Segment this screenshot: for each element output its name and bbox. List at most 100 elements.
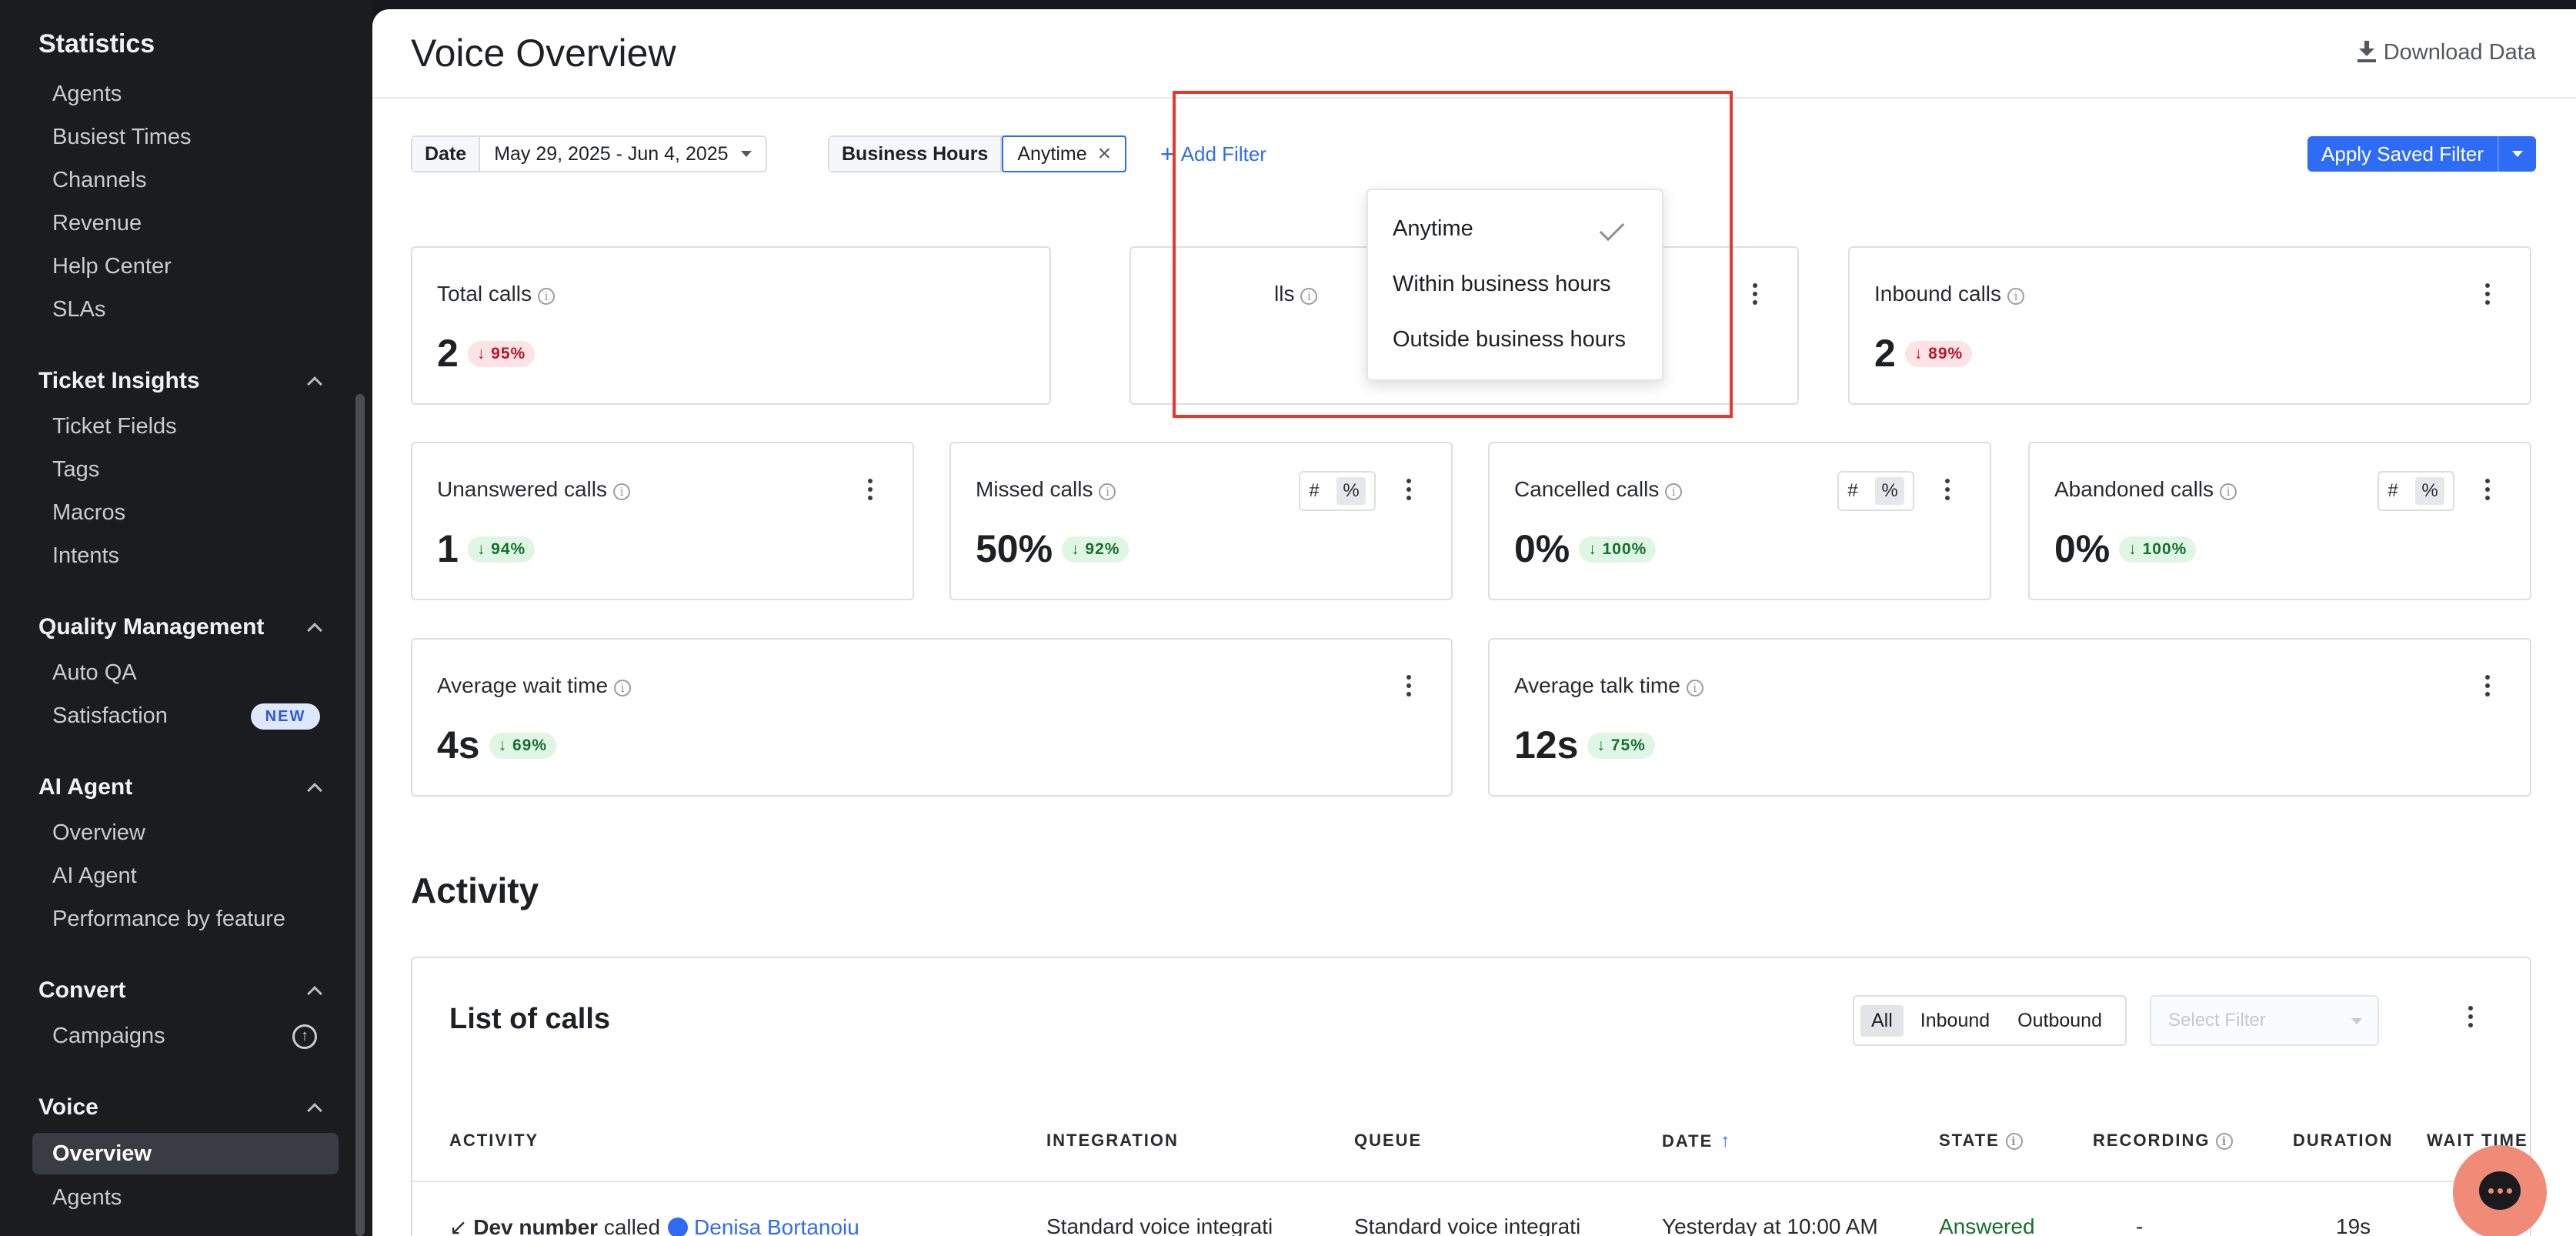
date-filter-label: Date (412, 137, 481, 171)
sidebar-item-performance-by-feature[interactable]: Performance by feature (52, 907, 285, 932)
trend-badge: ↓ 95% (467, 341, 536, 367)
more-options-icon[interactable] (2485, 283, 2490, 309)
business-hours-filter[interactable]: Business Hours Anytime × (828, 135, 1127, 172)
sidebar-scrollbar[interactable] (355, 394, 365, 1236)
caret-down-icon[interactable] (2499, 151, 2536, 157)
count-toggle[interactable]: # (1309, 480, 1319, 502)
info-icon[interactable]: i (1099, 483, 1116, 500)
table-row-activity[interactable]: ↙ Dev number called Denisa Bortanoiu (449, 1214, 859, 1236)
info-icon[interactable]: i (2005, 1133, 2023, 1150)
info-icon[interactable]: i (2007, 288, 2025, 305)
table-cell-queue: Standard voice integrati (1354, 1214, 1581, 1236)
info-icon[interactable]: i (2220, 483, 2237, 500)
trend-badge: ↓ 69% (489, 733, 556, 759)
more-options-icon[interactable] (868, 479, 873, 504)
segment-inbound[interactable]: Inbound (1910, 1005, 2000, 1037)
percent-toggle[interactable]: % (1875, 477, 1904, 505)
more-options-icon[interactable] (1406, 479, 1411, 504)
info-icon[interactable]: i (1665, 483, 1683, 500)
direction-segmented-control[interactable]: All Inbound Outbound (1853, 995, 2127, 1046)
sidebar-item-voice-overview[interactable]: Overview (32, 1133, 339, 1174)
count-percent-toggle[interactable]: #% (2377, 471, 2454, 511)
table-cell-recording: - (2136, 1214, 2144, 1236)
count-percent-toggle[interactable]: #% (1299, 471, 1376, 511)
info-icon[interactable]: i (537, 288, 555, 305)
sidebar-item-tags[interactable]: Tags (52, 457, 99, 483)
sidebar-item-slas[interactable]: SLAs (52, 297, 105, 322)
column-header-integration[interactable]: INTEGRATION (1046, 1131, 1179, 1151)
metric-title: Total calls i (437, 282, 555, 306)
info-icon[interactable]: i (1686, 680, 1703, 697)
caret-down-icon (2351, 1018, 2362, 1024)
sidebar-item-agents[interactable]: Agents (52, 82, 122, 107)
info-icon[interactable]: i (613, 483, 630, 500)
sidebar-item-campaigns[interactable]: Campaigns (52, 1024, 165, 1049)
column-header-queue[interactable]: QUEUE (1354, 1131, 1422, 1151)
date-filter-value[interactable]: May 29, 2025 - Jun 4, 2025 (480, 143, 765, 165)
sidebar-item-ai-agent[interactable]: AI Agent (52, 864, 137, 889)
info-icon[interactable]: i (2216, 1133, 2234, 1150)
date-filter[interactable]: Date May 29, 2025 - Jun 4, 2025 (411, 135, 767, 172)
metric-value: 2 ↓ 95% (437, 331, 536, 376)
count-toggle[interactable]: # (2387, 480, 2397, 502)
chevron-up-icon[interactable] (307, 783, 322, 798)
sidebar-item-satisfaction[interactable]: Satisfaction (52, 703, 168, 729)
info-icon[interactable]: i (614, 680, 632, 697)
column-header-activity[interactable]: ACTIVITY (449, 1131, 539, 1151)
download-data-button[interactable]: Download Data (2357, 40, 2536, 65)
column-header-duration[interactable]: DURATION (2293, 1131, 2393, 1151)
highlight-box (1173, 91, 1733, 418)
apply-saved-filter-label[interactable]: Apply Saved Filter (2307, 136, 2499, 172)
new-badge: NEW (251, 703, 320, 730)
more-options-icon[interactable] (1753, 283, 1757, 309)
metric-card-unanswered-calls: Unanswered calls i 1 ↓ 94% (411, 442, 914, 600)
column-header-date[interactable]: DATE ↑ (1662, 1131, 1731, 1152)
column-header-recording[interactable]: RECORDING i (2093, 1131, 2234, 1151)
metric-title: Average talk time i (1514, 673, 1703, 698)
close-icon[interactable]: × (1098, 141, 1112, 167)
chevron-up-icon[interactable] (307, 986, 322, 1001)
chevron-up-icon[interactable] (307, 623, 322, 638)
agent-link[interactable]: Denisa Bortanoiu (694, 1215, 859, 1236)
sidebar-item-voice-agents[interactable]: Agents (52, 1185, 122, 1211)
sidebar-item-ai-overview[interactable]: Overview (52, 820, 145, 846)
column-header-state[interactable]: STATE i (1939, 1131, 2023, 1151)
sidebar-item-intents[interactable]: Intents (52, 543, 119, 569)
sidebar-item-help-center[interactable]: Help Center (52, 254, 172, 279)
sidebar-item-channels[interactable]: Channels (52, 168, 147, 193)
select-filter-dropdown[interactable]: Select Filter (2150, 995, 2379, 1046)
sidebar-item-ticket-fields[interactable]: Ticket Fields (52, 414, 177, 439)
sidebar-section-voice[interactable]: Voice (38, 1094, 98, 1121)
sidebar-item-auto-qa[interactable]: Auto QA (52, 660, 137, 686)
sidebar-section-ticket-insights[interactable]: Ticket Insights (38, 368, 200, 394)
business-hours-value[interactable]: Anytime × (1002, 135, 1127, 172)
apply-saved-filter-button[interactable]: Apply Saved Filter (2307, 136, 2536, 172)
segment-all[interactable]: All (1860, 1004, 1904, 1037)
sidebar-item-macros[interactable]: Macros (52, 500, 125, 526)
chevron-up-icon[interactable] (307, 1103, 322, 1118)
inbound-arrow-icon: ↙ (449, 1215, 474, 1236)
more-options-icon[interactable] (2468, 1006, 2473, 1031)
sidebar-item-revenue[interactable]: Revenue (52, 211, 142, 236)
percent-toggle[interactable]: % (2415, 477, 2444, 505)
sidebar-section-quality-management[interactable]: Quality Management (38, 614, 264, 640)
sort-ascending-icon[interactable]: ↑ (1720, 1131, 1731, 1151)
more-options-icon[interactable] (1945, 479, 1950, 504)
metric-card-average-talk-time: Average talk time i 12s ↓ 75% (1488, 638, 2531, 797)
more-options-icon[interactable] (2485, 479, 2490, 504)
sidebar-section-convert[interactable]: Convert (38, 977, 125, 1004)
trend-badge: ↓ 94% (467, 536, 536, 563)
sidebar-item-busiest-times[interactable]: Busiest Times (52, 125, 192, 150)
more-options-icon[interactable] (1406, 675, 1411, 700)
segment-outbound[interactable]: Outbound (2007, 1005, 2113, 1037)
sidebar-section-statistics: Statistics (38, 29, 155, 58)
sidebar-section-ai-agent[interactable]: AI Agent (38, 774, 132, 800)
more-options-icon[interactable] (2485, 675, 2490, 700)
chevron-up-icon[interactable] (307, 376, 322, 392)
arrow-up-circle-icon[interactable]: ↑ (292, 1024, 317, 1049)
chat-launcher-button[interactable] (2453, 1145, 2547, 1236)
count-percent-toggle[interactable]: #% (1837, 471, 1914, 511)
user-icon (668, 1218, 689, 1236)
count-toggle[interactable]: # (1847, 480, 1857, 502)
percent-toggle[interactable]: % (1336, 477, 1366, 505)
